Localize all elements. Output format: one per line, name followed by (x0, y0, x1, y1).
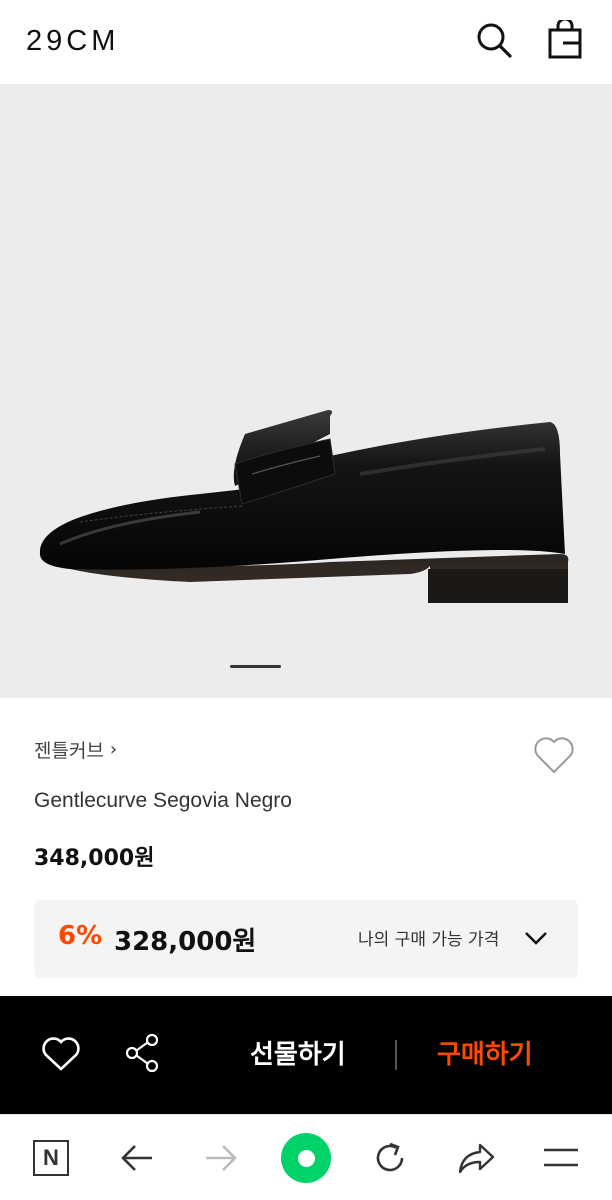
naver-home-button[interactable]: N (26, 1133, 76, 1183)
forward-arrow-icon[interactable] (196, 1133, 246, 1183)
heart-icon[interactable] (40, 1034, 82, 1074)
share-icon[interactable] (122, 1032, 164, 1074)
share-arrow-icon[interactable] (451, 1133, 501, 1183)
original-price: 348,000원 (34, 846, 155, 871)
brand-link[interactable]: 젠틀커브 › (34, 736, 117, 763)
purchase-bar: 선물하기 구매하기 (0, 996, 612, 1114)
gift-button[interactable]: 선물하기 (250, 1034, 346, 1071)
search-icon[interactable] (474, 20, 514, 60)
chevron-right-icon: › (109, 739, 118, 760)
product-image-gallery[interactable] (0, 84, 612, 698)
green-dot-icon (281, 1133, 331, 1183)
menu-icon[interactable] (536, 1133, 586, 1183)
brand-name: 젠틀커브 (34, 740, 104, 762)
back-arrow-icon[interactable] (112, 1133, 162, 1183)
green-dot-button[interactable] (281, 1133, 331, 1183)
my-price-panel[interactable]: 6% 328,000원 나의 구매 가능 가격 (34, 900, 578, 978)
chevron-down-icon[interactable] (522, 926, 550, 950)
wishlist-heart-icon[interactable] (532, 734, 576, 776)
refresh-icon[interactable] (365, 1133, 415, 1183)
discount-rate: 6% (58, 921, 103, 951)
divider (395, 1040, 397, 1070)
buy-button[interactable]: 구매하기 (437, 1034, 533, 1071)
gallery-page-indicator (230, 665, 281, 668)
n-logo-icon: N (33, 1140, 69, 1176)
top-header: 29CM (0, 0, 612, 84)
shopping-bag-icon[interactable] (545, 20, 585, 60)
discount-price: 328,000원 (114, 927, 257, 957)
product-image (39, 410, 569, 603)
browser-nav-bar: N (0, 1114, 612, 1200)
logo[interactable]: 29CM (26, 22, 119, 60)
my-price-label: 나의 구매 가능 가격 (358, 930, 500, 950)
product-name: Gentlecurve Segovia Negro (34, 789, 292, 812)
